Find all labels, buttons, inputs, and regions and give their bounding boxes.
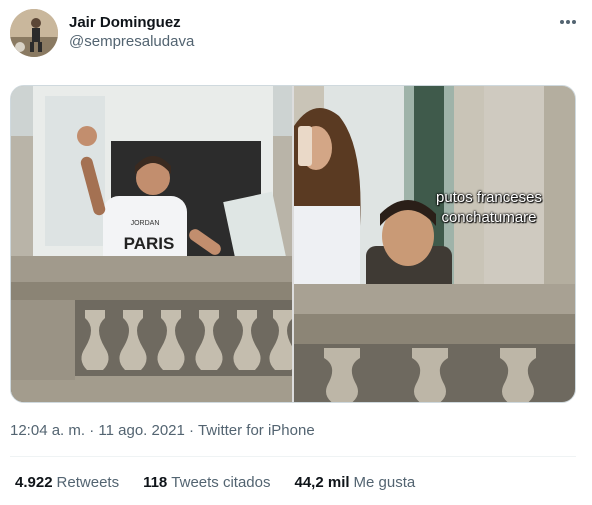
avatar-image — [10, 9, 58, 57]
tweet-stats: 4.922 Retweets 118 Tweets citados 44,2 mil… — [15, 474, 415, 491]
photo-right[interactable]: putos franceses conchatumare — [294, 86, 575, 402]
tweet-source[interactable]: Twitter for iPhone — [198, 422, 315, 439]
quotes-label: Tweets citados — [171, 474, 271, 491]
author-block: Jair Dominguez @sempresaludava — [69, 13, 194, 52]
shirt-logo-small: JORDAN — [131, 220, 160, 227]
more-options-button[interactable] — [556, 12, 580, 32]
tweet-time[interactable]: 12:04 a. m. — [10, 422, 85, 439]
quotes-stat[interactable]: 118 Tweets citados — [143, 474, 270, 491]
shirt-text: PARIS — [124, 234, 175, 253]
user-handle[interactable]: @sempresaludava — [69, 32, 194, 52]
avatar[interactable] — [10, 9, 58, 57]
tweet-meta: 12:04 a. m. · 11 ago. 2021 · Twitter for… — [10, 422, 315, 439]
more-dots-icon — [560, 20, 576, 24]
overlay-caption: putos franceses conchatumare — [436, 189, 542, 226]
display-name[interactable]: Jair Dominguez — [69, 13, 194, 32]
tweet-date[interactable]: 11 ago. 2021 — [98, 422, 184, 439]
retweets-count: 4.922 — [15, 474, 53, 491]
tweet: Jair Dominguez @sempresaludava JORDAN PA… — [0, 0, 592, 505]
divider — [10, 456, 576, 457]
quotes-count: 118 — [143, 474, 168, 491]
tweet-media[interactable]: JORDAN PARIS putos franceses conchatumar… — [10, 85, 576, 403]
meta-separator: · — [85, 422, 99, 439]
photo-right-image — [294, 86, 575, 402]
likes-label: Me gusta — [353, 474, 416, 491]
retweets-label: Retweets — [56, 474, 120, 491]
retweets-stat[interactable]: 4.922 Retweets — [15, 474, 119, 491]
photo-left-image: JORDAN PARIS — [11, 86, 292, 402]
photo-left[interactable]: JORDAN PARIS — [11, 86, 292, 402]
likes-count: 44,2 mil — [294, 474, 350, 491]
meta-separator: · — [184, 422, 198, 439]
likes-stat[interactable]: 44,2 mil Me gusta — [295, 474, 416, 491]
